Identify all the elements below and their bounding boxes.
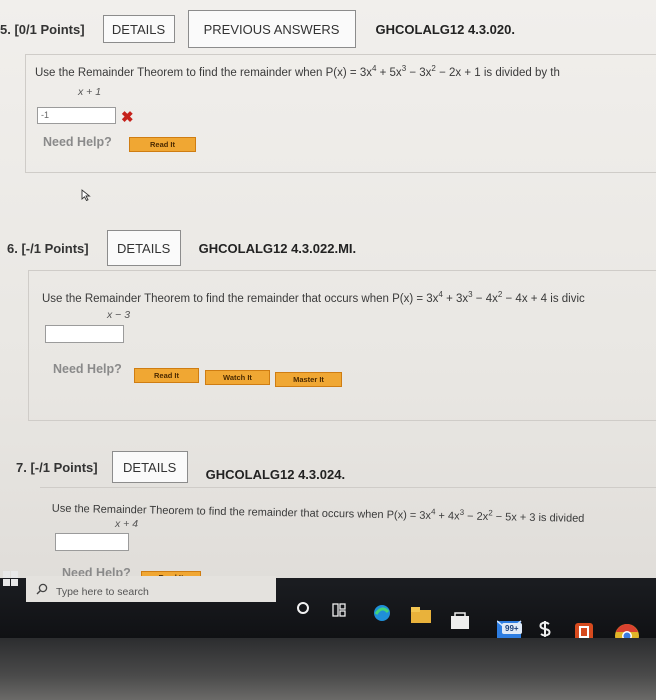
q6-read-it-button[interactable]: Read It bbox=[134, 368, 199, 383]
q6-header: 6. [-/1 Points] DETAILS GHCOLALG12 4.3.0… bbox=[7, 230, 356, 266]
q5-question-text: Use the Remainder Theorem to find the re… bbox=[35, 64, 560, 79]
windows-start-icon[interactable] bbox=[3, 571, 19, 587]
edge-browser-icon[interactable] bbox=[372, 603, 392, 623]
q6-answer-input[interactable] bbox=[45, 325, 124, 343]
q6-need-help-label: Need Help? bbox=[53, 362, 122, 376]
file-explorer-icon[interactable] bbox=[410, 606, 432, 624]
q5-previous-answers-button[interactable]: PREVIOUS ANSWERS bbox=[187, 10, 356, 48]
dollar-app-icon[interactable] bbox=[538, 620, 552, 638]
task-view-icon[interactable] bbox=[332, 603, 346, 617]
q5-header: 5. [0/1 Points] DETAILS PREVIOUS ANSWERS… bbox=[0, 10, 515, 48]
q6-details-button[interactable]: DETAILS bbox=[106, 230, 181, 266]
q5-number: 5. [0/1 Points] bbox=[0, 21, 85, 37]
q6-watch-it-button[interactable]: Watch It bbox=[205, 370, 270, 385]
cortana-icon[interactable] bbox=[296, 601, 310, 615]
q5-code: GHCOLALG12 4.3.020. bbox=[375, 21, 515, 37]
q7-card-top bbox=[40, 487, 656, 488]
mouse-cursor-icon bbox=[81, 189, 91, 201]
q7-divisor: x + 4 bbox=[115, 518, 139, 530]
q6-number: 6. [-/1 Points] bbox=[7, 240, 89, 256]
q7-header: 7. [-/1 Points] DETAILS GHCOLALG12 4.3.0… bbox=[16, 451, 345, 483]
q5-details-button[interactable]: DETAILS bbox=[102, 15, 175, 43]
q6-card-top bbox=[28, 270, 656, 271]
q6-master-it-button[interactable]: Master It bbox=[275, 372, 342, 387]
browser-page: 5. [0/1 Points] DETAILS PREVIOUS ANSWERS… bbox=[0, 0, 656, 660]
q5-card-top bbox=[25, 54, 656, 55]
search-icon bbox=[36, 583, 48, 595]
q6-card-bottom bbox=[28, 420, 656, 421]
q7-details-button[interactable]: DETAILS bbox=[111, 451, 188, 483]
q6-divisor: x − 3 bbox=[107, 309, 131, 321]
q5-card-left bbox=[25, 54, 26, 172]
taskbar-search-placeholder: Type here to search bbox=[56, 586, 149, 598]
q6-code: GHCOLALG12 4.3.022.MI. bbox=[198, 240, 357, 256]
q5-answer-input[interactable]: -1 bbox=[37, 107, 116, 124]
q5-divisor: x + 1 bbox=[78, 86, 102, 98]
q7-code: GHCOLALG12 4.3.024. bbox=[205, 466, 346, 482]
laptop-bezel bbox=[0, 638, 656, 700]
q7-number: 7. [-/1 Points] bbox=[16, 459, 98, 475]
q6-card-left bbox=[28, 270, 29, 420]
q5-card-bottom bbox=[25, 172, 656, 173]
q5-read-it-button[interactable]: Read It bbox=[129, 137, 196, 152]
store-icon[interactable] bbox=[450, 612, 470, 630]
mail-badge: 99+ bbox=[502, 623, 522, 634]
q6-question-text: Use the Remainder Theorem to find the re… bbox=[42, 290, 585, 305]
q5-incorrect-icon: ✖ bbox=[121, 109, 134, 126]
q7-answer-input[interactable] bbox=[55, 533, 129, 551]
q5-need-help-label: Need Help? bbox=[43, 135, 112, 149]
